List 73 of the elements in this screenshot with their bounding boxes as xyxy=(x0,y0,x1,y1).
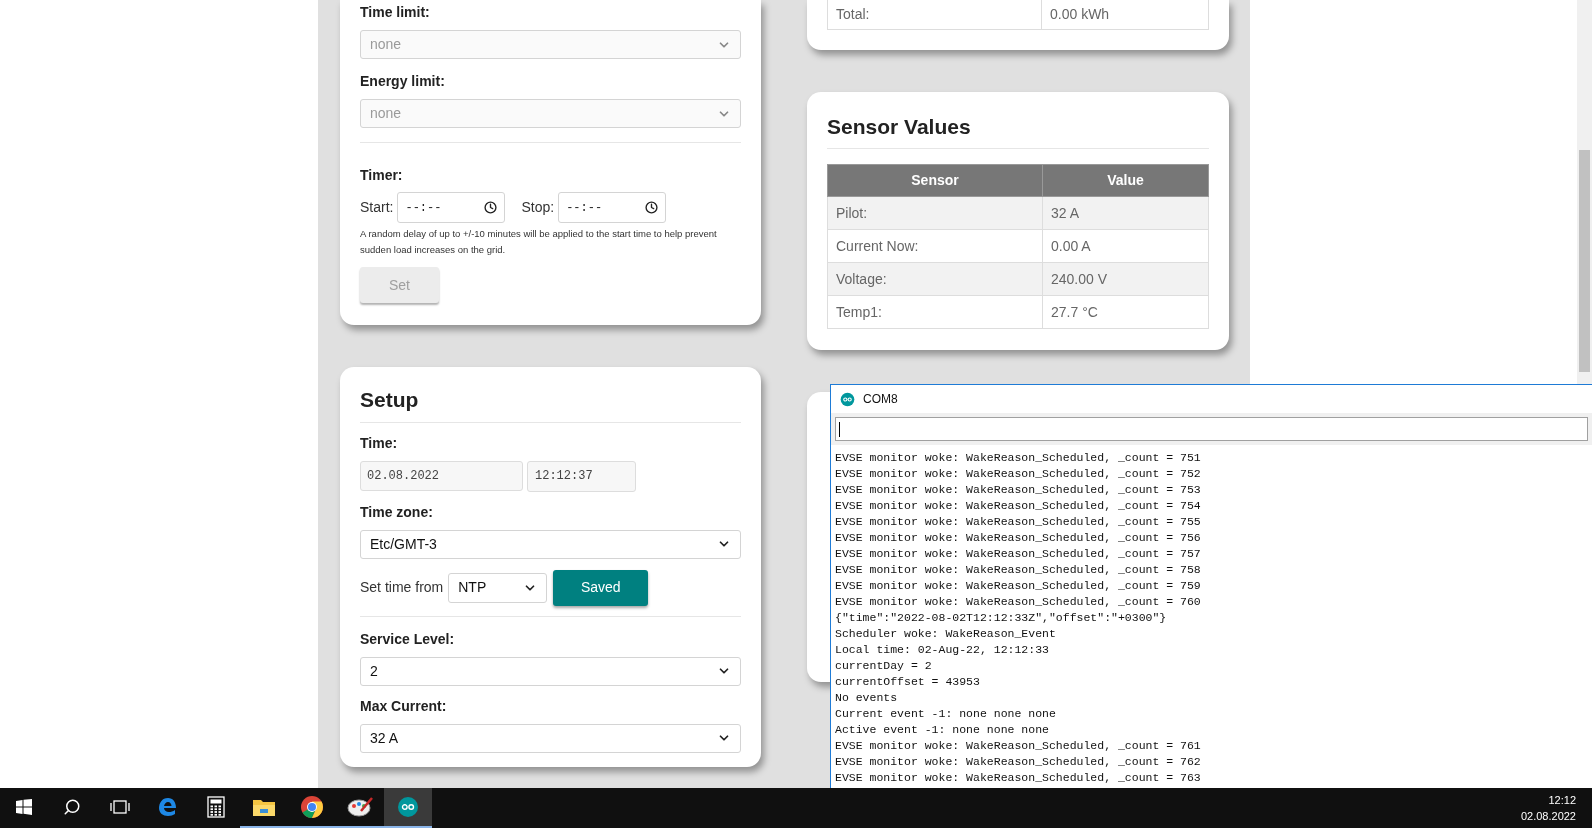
log-line: Scheduler woke: WakeReason_Event xyxy=(835,626,1057,642)
table-cell: 240.00 V xyxy=(1042,262,1209,296)
scrollbar[interactable] xyxy=(1577,0,1592,384)
log-line: No events xyxy=(835,690,899,706)
date-field[interactable]: 02.08.2022 xyxy=(360,460,523,491)
column-header: Value xyxy=(1042,164,1209,197)
log-line: Active event -1: none none none xyxy=(835,722,1050,738)
log-line: currentDay = 2 xyxy=(835,658,933,674)
clock-icon xyxy=(645,201,659,214)
table-cell: Pilot: xyxy=(827,196,1043,230)
card-title: Setup xyxy=(360,387,420,413)
log-line: EVSE monitor woke: WakeReason_Scheduled, _count = 760 xyxy=(835,594,1202,610)
search-icon xyxy=(63,798,81,816)
stop-time-field[interactable]: --:-- xyxy=(558,192,667,223)
table-cell: Total: xyxy=(827,0,1042,29)
timezone-select[interactable]: Etc/GMT-3 xyxy=(360,529,741,559)
log-line: EVSE monitor woke: WakeReason_Scheduled, _count = 751 xyxy=(835,450,1202,466)
infinity-logo-icon xyxy=(840,391,855,407)
time-source-select[interactable]: NTP xyxy=(448,572,548,603)
taskbar-button[interactable] xyxy=(384,788,432,828)
log-line: EVSE monitor woke: WakeReason_Scheduled, _count = 752 xyxy=(835,466,1202,482)
field-label: Max Current: xyxy=(360,696,448,716)
log-line: EVSE monitor woke: WakeReason_Scheduled, _count = 761 xyxy=(835,738,1202,754)
time-field[interactable]: 12:12:37 xyxy=(527,460,636,492)
log-line: {"time":"2022-08-02T12:12:33Z","offset":"+0300"} xyxy=(835,610,1168,626)
service-level-select[interactable]: 2 xyxy=(360,656,741,686)
log-line: EVSE monitor woke: WakeReason_Scheduled, _count = 757 xyxy=(835,546,1202,562)
window-title: COM8 xyxy=(863,391,898,408)
max-current-select[interactable]: 32 A xyxy=(360,723,741,753)
table-cell: Voltage: xyxy=(827,262,1043,296)
field-label: Time: xyxy=(360,433,399,453)
log-line: EVSE monitor woke: WakeReason_Scheduled, _count = 763 xyxy=(835,770,1202,786)
field-label: Service Level: xyxy=(360,629,456,649)
start-time-field[interactable]: --:-- xyxy=(397,192,506,223)
table-cell: 0.00 kWh xyxy=(1041,0,1209,29)
table-cell: 27.7 °C xyxy=(1042,295,1209,329)
column-header: Sensor xyxy=(827,164,1043,197)
saved-button[interactable]: Saved xyxy=(553,569,649,606)
start-icon xyxy=(16,799,32,815)
log-line: EVSE monitor woke: WakeReason_Scheduled, _count = 753 xyxy=(835,482,1202,498)
clock-icon xyxy=(484,201,498,214)
scrollbar-thumb[interactable] xyxy=(1579,150,1590,372)
table-cell: 32 A xyxy=(1042,196,1209,230)
field-label: Time limit: xyxy=(360,3,431,22)
log-line: Local time: 02-Aug-22, 12:12:33 xyxy=(835,642,1050,658)
clock[interactable]: 12:12 02.08.2022 xyxy=(1520,792,1592,824)
log-line: EVSE monitor woke: WakeReason_Scheduled, _count = 758 xyxy=(835,562,1202,578)
log-line: Current event -1: none none none xyxy=(835,706,1057,722)
infinity-logo-icon xyxy=(397,796,419,818)
set-time-label: Set time from xyxy=(360,578,444,597)
task-view-icon xyxy=(110,799,130,815)
table-cell: Temp1: xyxy=(827,295,1043,329)
e-logo-icon xyxy=(157,796,179,818)
log-line: EVSE monitor woke: WakeReason_Scheduled, _count = 755 xyxy=(835,514,1202,530)
card-title: Sensor Values xyxy=(827,113,972,140)
log-line: EVSE monitor woke: WakeReason_Scheduled, _count = 756 xyxy=(835,530,1202,546)
log-line: EVSE monitor woke: WakeReason_Scheduled, _count = 754 xyxy=(835,498,1202,514)
log-line: EVSE monitor woke: WakeReason_Scheduled, _count = 759 xyxy=(835,578,1202,594)
start-label: Start: xyxy=(360,198,394,217)
send-input-field[interactable] xyxy=(835,417,1588,441)
palette-icon xyxy=(347,796,373,818)
field-label: Time zone: xyxy=(360,502,434,522)
timer-note: A random delay of up to +/-10 minutes will be applied to the start time to help prevent sudden load increases on the grid. xyxy=(360,227,718,257)
folder-icon xyxy=(252,797,276,817)
field-label: Timer: xyxy=(360,166,404,185)
round-logo-icon xyxy=(300,795,324,819)
calculator-icon xyxy=(207,796,225,818)
stop-label: Stop: xyxy=(521,198,555,217)
table-cell: Current Now: xyxy=(827,229,1043,263)
field-label: Energy limit: xyxy=(360,72,446,91)
log-line: EVSE monitor woke: WakeReason_Scheduled, _count = 762 xyxy=(835,754,1202,770)
log-line: currentOffset = 43953 xyxy=(835,674,981,690)
table-cell: 0.00 A xyxy=(1042,229,1209,263)
